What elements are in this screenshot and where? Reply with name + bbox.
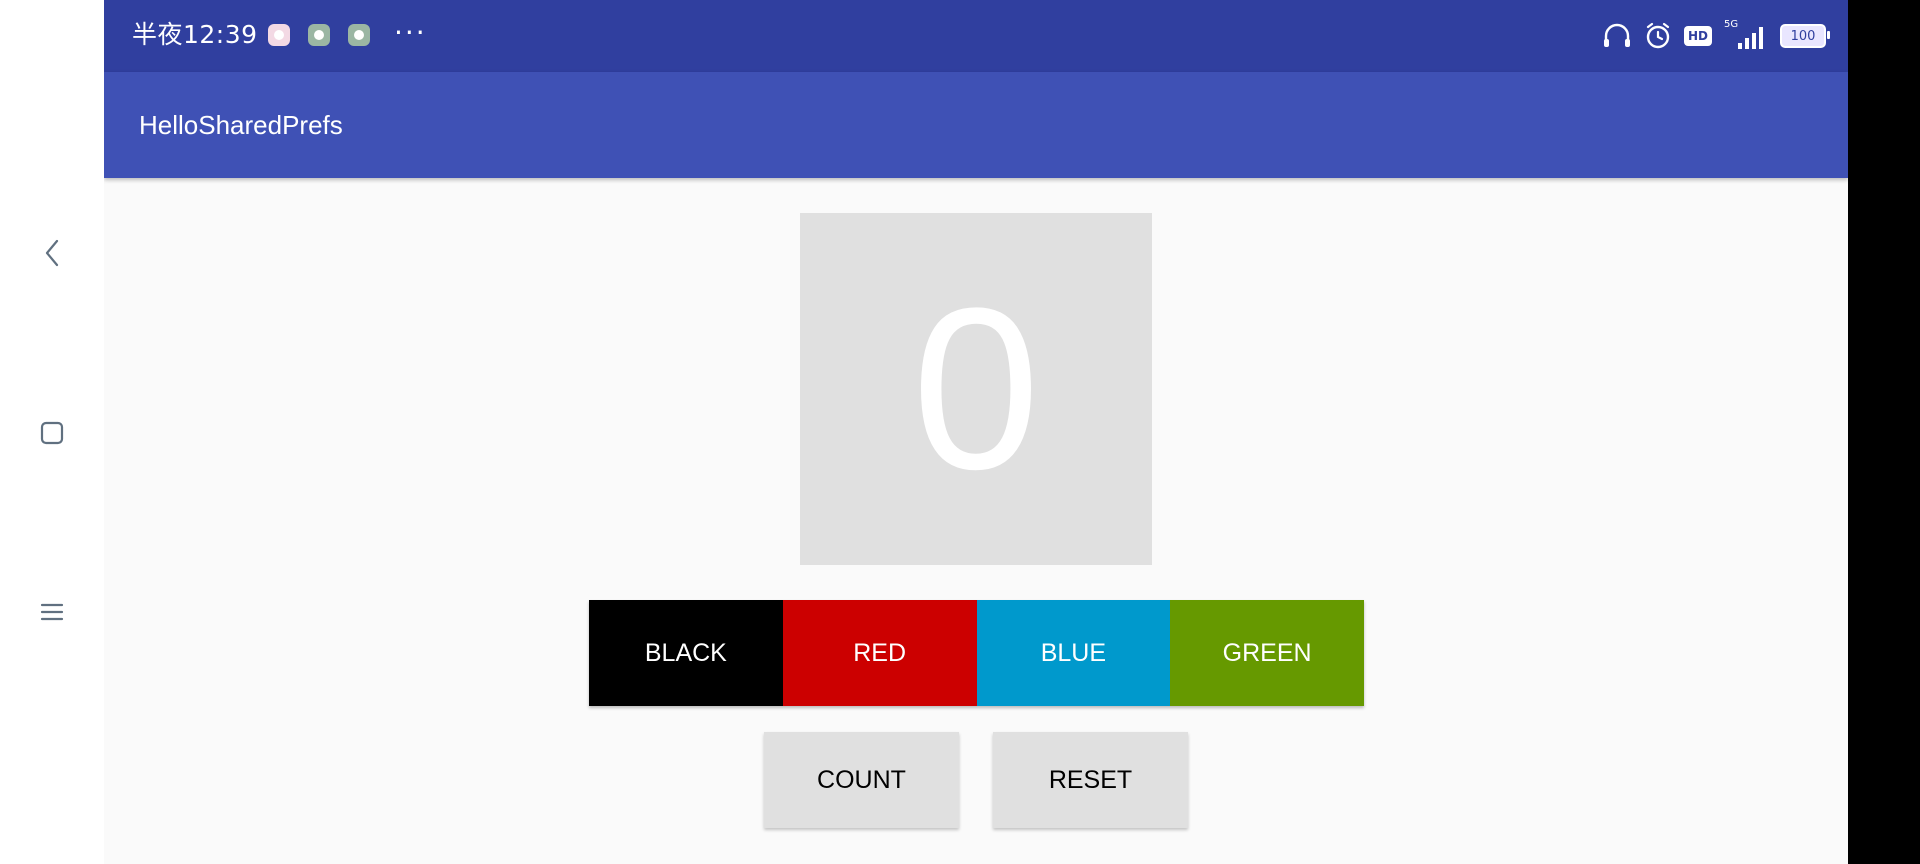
battery-icon: 100 [1780, 24, 1830, 48]
navigation-rail [0, 0, 104, 864]
headset-icon [1603, 23, 1630, 47]
screen-edge [1848, 0, 1920, 864]
recents-button[interactable] [34, 594, 70, 630]
notification-app-icon [268, 24, 290, 46]
back-button[interactable] [34, 235, 70, 271]
more-notifications-icon: ··· [394, 16, 427, 49]
notification-settings-icon [348, 24, 370, 46]
count-display: 0 [800, 213, 1152, 565]
count-button[interactable]: COUNT [764, 732, 959, 828]
count-value: 0 [912, 260, 1040, 517]
green-button[interactable]: GREEN [1170, 600, 1364, 706]
hamburger-icon [40, 603, 64, 621]
5g-signal-icon: 5G [1724, 19, 1768, 51]
status-icons: HD 5G 100 [1602, 0, 1830, 72]
notification-settings-icon [308, 24, 330, 46]
app-title: HelloSharedPrefs [139, 110, 343, 140]
phone-screen: 半夜12:39 ··· HD 5G 100 HelloSharedPrefs 0… [104, 0, 1848, 864]
home-button[interactable] [34, 415, 70, 451]
battery-level: 100 [1790, 28, 1816, 44]
blue-button[interactable]: BLUE [976, 600, 1171, 706]
hd-icon: HD [1683, 26, 1712, 46]
alarm-icon [1646, 22, 1670, 49]
chevron-left-icon [45, 239, 59, 267]
status-bar: 半夜12:39 ··· HD 5G 100 [104, 0, 1848, 72]
status-time: 半夜12:39 [132, 20, 258, 49]
app-bar: HelloSharedPrefs [104, 72, 1848, 178]
red-button[interactable]: RED [782, 600, 977, 706]
square-icon [40, 421, 64, 445]
network-type-label: 5G [1724, 19, 1739, 30]
color-button-row: BLACK RED BLUE GREEN [589, 600, 1364, 706]
reset-button[interactable]: RESET [993, 732, 1188, 828]
black-button[interactable]: BLACK [589, 600, 783, 706]
